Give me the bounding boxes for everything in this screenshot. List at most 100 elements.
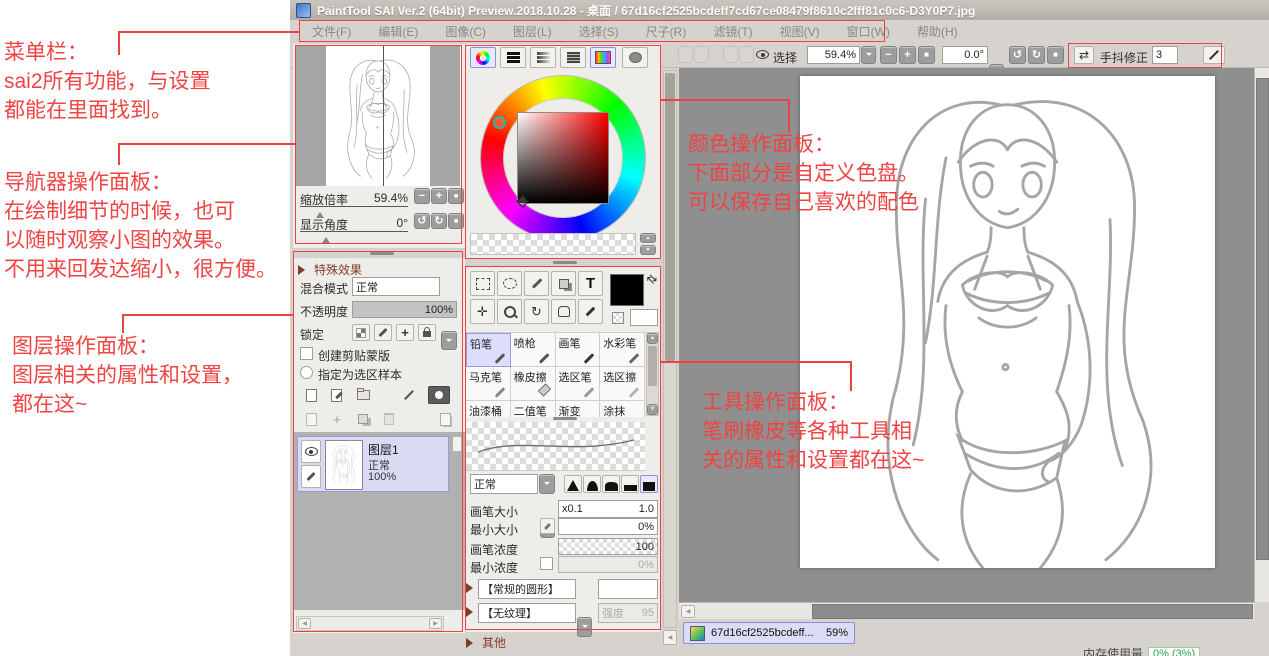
deselect-button[interactable] <box>723 46 738 63</box>
brush-shape-dropdown-button[interactable] <box>577 617 592 637</box>
brush-tip-square-button[interactable] <box>640 475 658 493</box>
tool-gradient[interactable]: 渐变 <box>556 401 601 417</box>
saturation-value-square[interactable] <box>517 112 609 204</box>
menu-select[interactable]: 选择(S) <box>579 23 619 40</box>
panel-column-vscrollbar-thumb[interactable] <box>665 73 675 361</box>
layer-mask-button[interactable] <box>428 386 450 404</box>
layer-visibility-toggle[interactable] <box>301 440 321 463</box>
stabilizer-value-field[interactable]: 3 <box>1152 46 1178 64</box>
new-layer-button[interactable] <box>300 386 322 404</box>
layer-list-scroll-up-button[interactable] <box>452 436 462 452</box>
navigator-angle-slider-marker[interactable] <box>322 233 330 243</box>
tool-marker[interactable]: 马克笔 <box>466 367 511 401</box>
clipping-mask-checkbox[interactable] <box>300 347 313 360</box>
tool-smudge[interactable]: 涂抹 <box>600 401 645 417</box>
canvas-vscrollbar-thumb[interactable] <box>1256 78 1269 560</box>
tool-binary-pen[interactable]: 二值笔 <box>511 401 556 417</box>
hsv-sliders-tab[interactable] <box>530 47 556 68</box>
hue-marker[interactable] <box>493 116 506 129</box>
opacity-slider[interactable]: 100% <box>352 301 457 318</box>
new-pen-layer-button[interactable] <box>326 386 348 404</box>
zoom-in-button[interactable]: + <box>899 46 916 64</box>
brush-blend-dropdown-button[interactable] <box>539 474 555 494</box>
menu-help[interactable]: 帮助(H) <box>917 23 958 40</box>
rotate-cw-button[interactable]: ↻ <box>1028 46 1045 64</box>
layer-row-selected[interactable]: 图层1 正常 100% <box>297 436 449 492</box>
other-settings-header[interactable]: 其他 <box>466 634 506 651</box>
menu-edit[interactable]: 编辑(E) <box>378 23 418 40</box>
hand-tool-button[interactable] <box>551 299 576 324</box>
navigator-rotate-ccw-button[interactable]: ↺ <box>414 213 430 229</box>
min-density-checkbox[interactable] <box>540 557 553 570</box>
color-wheel-tab[interactable] <box>470 47 496 68</box>
move-tool-button[interactable]: ✛ <box>470 299 495 324</box>
panel-divider-handle-2[interactable] <box>553 261 577 264</box>
brush-tip-round-button[interactable] <box>583 475 601 493</box>
menu-image[interactable]: 图像(C) <box>445 23 486 40</box>
panel-divider-handle[interactable] <box>370 252 394 255</box>
zoom-dropdown-button[interactable] <box>861 46 876 64</box>
navigator-angle-row[interactable]: 显示角度 0° <box>300 214 408 232</box>
text-tool-button[interactable]: T <box>578 271 603 296</box>
selection-source-radio[interactable] <box>300 366 313 379</box>
magic-wand-tool-button[interactable] <box>524 271 549 296</box>
palette-scroll-down-button[interactable]: ▼ <box>640 245 656 255</box>
shape-expander-icon[interactable] <box>466 583 478 593</box>
zoom-out-button[interactable]: − <box>880 46 897 64</box>
intermediate-color-tab[interactable] <box>622 47 648 68</box>
brush-shape-param-field[interactable] <box>598 579 658 599</box>
brush-size-field[interactable]: x0.1 1.0 <box>558 500 658 518</box>
tool-eraser[interactable]: 橡皮擦 <box>511 367 556 401</box>
min-density-field[interactable]: 0% <box>558 556 658 573</box>
flip-horizontal-button[interactable]: ⇄ <box>1074 46 1094 64</box>
brush-density-slider[interactable]: 100 <box>558 538 658 555</box>
tool-pencil[interactable]: 铅笔 <box>466 333 511 367</box>
clear-layer-button[interactable] <box>352 410 374 428</box>
angle-value-field[interactable]: 0.0° <box>942 46 988 64</box>
navigator-zoom-row[interactable]: 缩放倍率 59.4% <box>300 189 408 207</box>
lasso-tool-button[interactable] <box>497 271 522 296</box>
navigator-zoom-out-button[interactable]: − <box>414 188 430 204</box>
rgb-sliders-tab[interactable] <box>500 47 526 68</box>
canvas-hscrollbar[interactable]: ◀ <box>679 602 1254 619</box>
brush-tip-dome-button[interactable] <box>602 475 620 493</box>
navigator-rotate-reset-button[interactable]: ■ <box>448 213 464 229</box>
color-value-field[interactable] <box>630 309 658 326</box>
canvas-hscrollbar-thumb[interactable] <box>812 604 1253 619</box>
menu-view[interactable]: 视图(V) <box>780 23 820 40</box>
brush-shape-select[interactable]: 【常规的圆形】 <box>478 579 576 599</box>
canvas-vscrollbar[interactable] <box>1254 68 1269 602</box>
custom-palette-strip[interactable] <box>470 233 636 255</box>
layer-edit-toggle[interactable] <box>301 465 321 488</box>
min-size-pressure-button[interactable] <box>540 518 555 534</box>
lock-all-button[interactable] <box>418 324 436 341</box>
blend-mode-select[interactable]: 正常 <box>352 277 440 296</box>
zoom-reset-button[interactable]: ■ <box>918 46 935 64</box>
transform-button[interactable] <box>398 386 420 404</box>
blend-mode-dropdown-button[interactable] <box>441 331 457 350</box>
lock-move-button[interactable]: + <box>396 324 414 341</box>
panel-column-scroll-button[interactable]: ◀ <box>663 630 677 645</box>
menu-window[interactable]: 窗口(W) <box>847 23 890 40</box>
navigator-zoom-in-button[interactable]: + <box>431 188 447 204</box>
special-effects-header[interactable]: 特殊效果 <box>298 261 362 278</box>
rotate-reset-button[interactable]: ■ <box>1047 46 1064 64</box>
rect-select-tool-button[interactable] <box>470 271 495 296</box>
delete-layer-button[interactable] <box>378 410 400 428</box>
eyedropper-tool-button[interactable] <box>578 299 603 324</box>
menu-filter[interactable]: 滤镜(T) <box>713 23 752 40</box>
document-tab[interactable]: 67d16cf2525bcdeff... 59% <box>683 622 855 644</box>
undo-button[interactable] <box>678 46 693 63</box>
texture-expander-icon[interactable] <box>466 607 478 617</box>
merge-down-button[interactable] <box>300 410 322 428</box>
brush-blend-mode-select[interactable]: 正常 <box>470 474 538 494</box>
new-folder-button[interactable] <box>352 386 374 404</box>
texture-strength-field[interactable]: 强度 95 <box>598 603 658 623</box>
shape-select-tool-button[interactable] <box>551 271 576 296</box>
tool-grid-scrollbar[interactable]: ▲ ▼ <box>646 332 659 416</box>
zoom-value-field[interactable]: 59.4% <box>807 46 860 64</box>
palette-scroll-up-button[interactable]: ▲ <box>640 233 656 243</box>
swatches-tab[interactable] <box>590 47 616 68</box>
panel-column-vscrollbar[interactable] <box>663 70 677 628</box>
navigator-zoom-reset-button[interactable]: ■ <box>448 188 464 204</box>
